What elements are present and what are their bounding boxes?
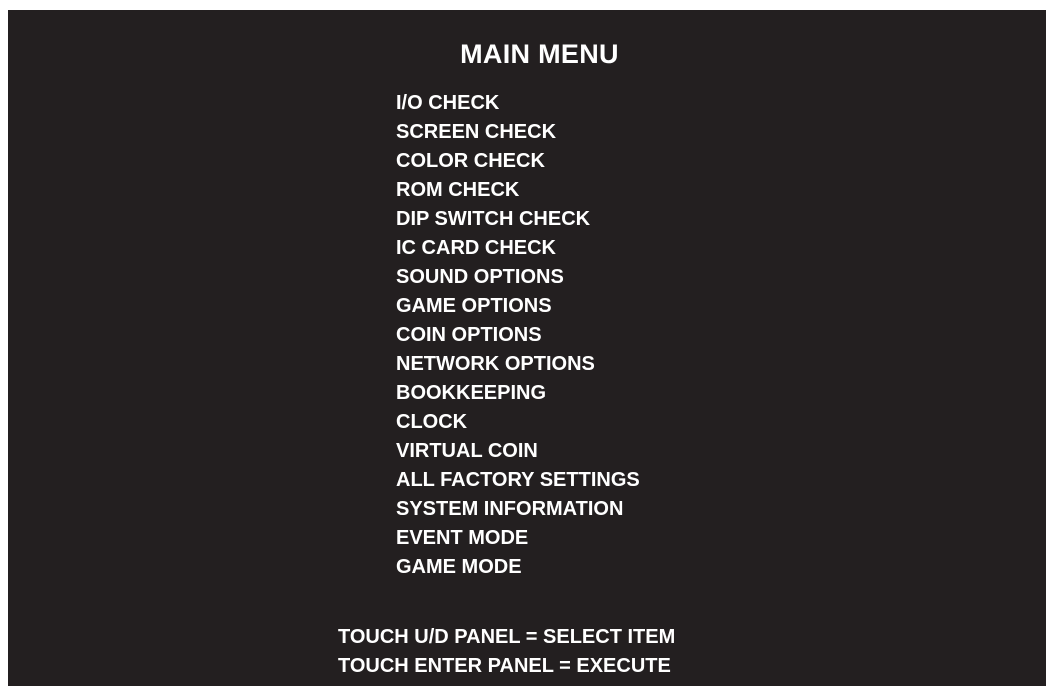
menu-item-game-options[interactable]: GAME OPTIONS: [396, 292, 640, 321]
menu-item-system-information[interactable]: SYSTEM INFORMATION: [396, 495, 640, 524]
menu-item-event-mode[interactable]: EVENT MODE: [396, 524, 640, 553]
menu-item-dip-switch-check[interactable]: DIP SWITCH CHECK: [396, 205, 640, 234]
menu-item-bookkeeping[interactable]: BOOKKEEPING: [396, 379, 640, 408]
main-menu-list: I/O CHECK SCREEN CHECK COLOR CHECK ROM C…: [396, 89, 640, 582]
menu-item-coin-options[interactable]: COIN OPTIONS: [396, 321, 640, 350]
page-title: MAIN MENU: [460, 39, 619, 69]
test-mode-screen: MAIN MENU I/O CHECK SCREEN CHECK COLOR C…: [8, 10, 1046, 686]
execute-instruction: TOUCH ENTER PANEL = EXECUTE: [338, 655, 671, 677]
menu-item-rom-check[interactable]: ROM CHECK: [396, 176, 640, 205]
menu-item-color-check[interactable]: COLOR CHECK: [396, 147, 640, 176]
menu-item-screen-check[interactable]: SCREEN CHECK: [396, 118, 640, 147]
menu-item-ic-card-check[interactable]: IC CARD CHECK: [396, 234, 640, 263]
menu-item-game-mode[interactable]: GAME MODE: [396, 553, 640, 582]
menu-item-io-check[interactable]: I/O CHECK: [396, 89, 640, 118]
menu-item-virtual-coin[interactable]: VIRTUAL COIN: [396, 437, 640, 466]
control-instructions: TOUCH U/D PANEL = SELECT ITEM TOUCH ENTE…: [338, 623, 675, 681]
select-instruction: TOUCH U/D PANEL = SELECT ITEM: [338, 626, 676, 648]
menu-item-network-options[interactable]: NETWORK OPTIONS: [396, 350, 640, 379]
menu-item-clock[interactable]: CLOCK: [396, 408, 640, 437]
menu-item-all-factory-settings[interactable]: ALL FACTORY SETTINGS: [396, 466, 640, 495]
menu-item-sound-options[interactable]: SOUND OPTIONS: [396, 263, 640, 292]
